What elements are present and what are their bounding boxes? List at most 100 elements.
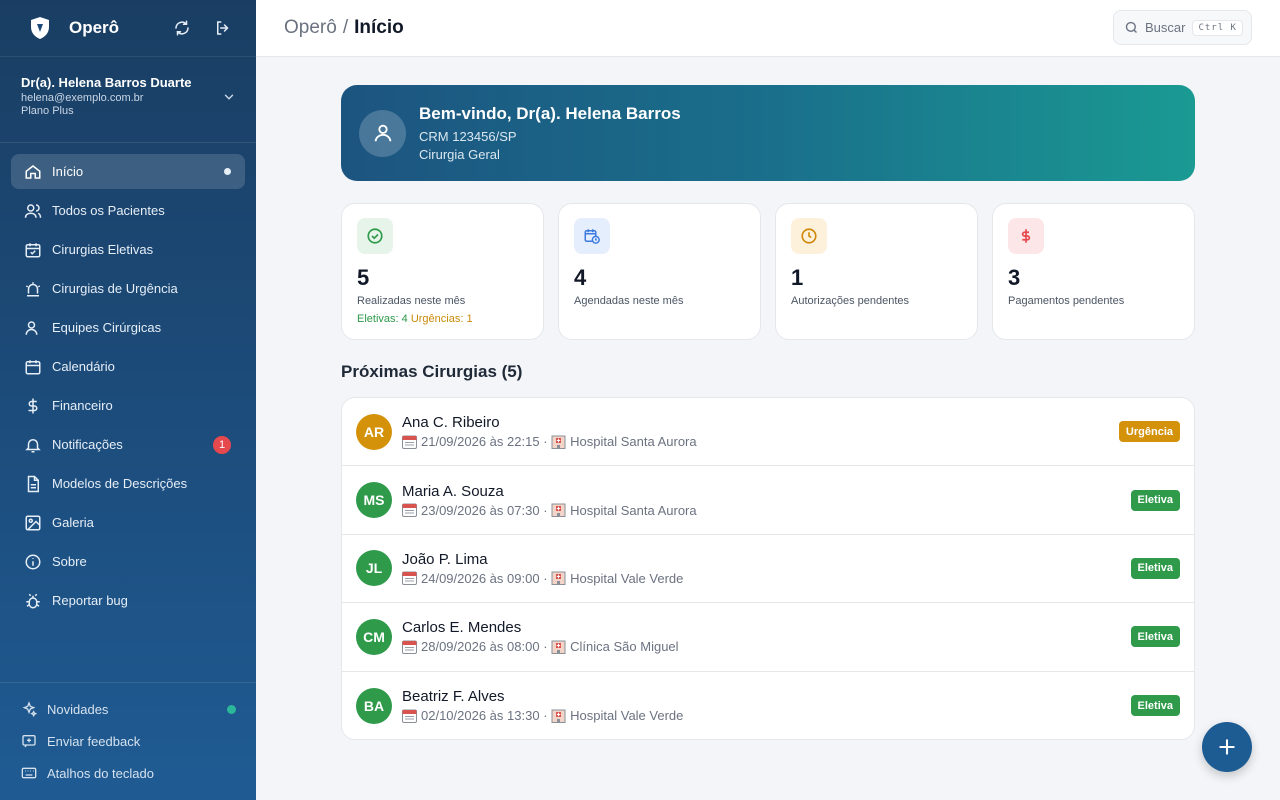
stat-label: Pagamentos pendentes: [1008, 295, 1125, 307]
sidebar-item-label: Financeiro: [52, 398, 113, 413]
sidebar-item-notificacoes[interactable]: Notificações 1: [11, 427, 245, 462]
welcome-title: Bem-vindo, Dr(a). Helena Barros: [419, 104, 681, 123]
calendar-clock-icon: [574, 218, 610, 254]
surgery-info: Ana C. Ribeiro 21/09/2026 às 22:15 · Hos…: [402, 414, 697, 449]
surgery-location: Clínica São Miguel: [570, 639, 679, 655]
surgery-datetime: 02/10/2026 às 13:30: [421, 708, 540, 724]
footer-item-label: Novidades: [47, 701, 109, 717]
stat-card-autorizacoes[interactable]: 1 Autorizações pendentes: [775, 203, 978, 340]
calendar-emoji-icon: [402, 709, 417, 723]
stat-value: 1: [791, 265, 804, 290]
surgery-meta: 23/09/2026 às 07:30 · Hospital Santa Aur…: [402, 503, 697, 518]
sidebar-item-inicio[interactable]: Início: [11, 154, 245, 189]
sidebar-item-label: Todos os Pacientes: [52, 203, 165, 218]
stat-card-pagamentos[interactable]: 3 Pagamentos pendentes: [992, 203, 1195, 340]
stat-label: Agendadas neste mês: [574, 295, 684, 307]
search-button[interactable]: Buscar Ctrl K: [1113, 10, 1252, 45]
team-icon: [24, 319, 42, 337]
hospital-emoji-icon: [551, 709, 566, 723]
stat-label: Autorizações pendentes: [791, 295, 910, 307]
welcome-text: Bem-vindo, Dr(a). Helena Barros CRM 1234…: [419, 104, 681, 162]
avatar: MS: [356, 482, 392, 519]
sidebar-item-modelos[interactable]: Modelos de Descrições: [11, 466, 245, 501]
meta-separator: ·: [543, 639, 548, 655]
shield-logo-icon[interactable]: [20, 8, 60, 48]
notification-badge: 1: [213, 435, 231, 454]
welcome-banner: Bem-vindo, Dr(a). Helena Barros CRM 1234…: [341, 85, 1195, 181]
profile-email: helena@exemplo.com.br: [21, 92, 144, 104]
bug-icon: [24, 592, 42, 610]
document-icon: [24, 475, 42, 493]
calendar-emoji-icon: [402, 503, 417, 518]
meta-separator: ·: [543, 502, 548, 518]
add-surgery-button[interactable]: [1202, 722, 1252, 772]
surgery-datetime: 21/09/2026 às 22:15: [421, 434, 540, 450]
hospital-emoji-icon: [551, 571, 566, 586]
surgery-location: Hospital Vale Verde: [570, 708, 684, 724]
sidebar-item-calendario[interactable]: Calendário: [11, 349, 245, 384]
sidebar-item-equipes[interactable]: Equipes Cirúrgicas: [11, 310, 245, 345]
stat-breakdown: Eletivas: 4 Urgências: 1: [357, 313, 528, 325]
stat-card-agendadas[interactable]: 4 Agendadas neste mês: [558, 203, 761, 340]
search-shortcut: Ctrl K: [1192, 19, 1243, 36]
surgery-row[interactable]: MS Maria A. Souza 23/09/2026 às 07:30 · …: [342, 466, 1194, 535]
patient-name: Maria A. Souza: [402, 482, 504, 500]
profile-card[interactable]: Dr(a). Helena Barros Duarte helena@exemp…: [0, 57, 256, 143]
surgery-location: Hospital Santa Aurora: [570, 434, 697, 450]
hospital-emoji-icon: [551, 435, 566, 449]
meta-separator: ·: [543, 570, 548, 586]
sidebar-item-galeria[interactable]: Galeria: [11, 505, 245, 540]
surgery-meta: 02/10/2026 às 13:30 · Hospital Vale Verd…: [402, 708, 683, 723]
sidebar-item-label: Cirurgias Eletivas: [52, 242, 154, 257]
sidebar-item-label: Calendário: [52, 359, 115, 374]
sidebar-item-pacientes[interactable]: Todos os Pacientes: [11, 193, 245, 228]
chevron-down-icon[interactable]: [222, 90, 236, 109]
hospital-emoji-icon: [551, 640, 566, 654]
surgery-location: Hospital Santa Aurora: [570, 502, 697, 518]
stat-label: Realizadas neste mês: [357, 295, 466, 307]
surgery-meta: 28/09/2026 às 08:00 · Clínica São Miguel: [402, 639, 679, 654]
breadcrumb-root[interactable]: Operô: [284, 17, 337, 39]
footer-item-novidades[interactable]: Novidades: [0, 693, 256, 725]
surgery-row[interactable]: CM Carlos E. Mendes 28/09/2026 às 08:00 …: [342, 603, 1194, 672]
avatar: CM: [356, 618, 392, 655]
check-circle-icon: [357, 218, 393, 254]
footer-item-atalhos[interactable]: Atalhos do teclado: [0, 757, 256, 789]
logout-button[interactable]: [210, 15, 236, 41]
surgery-location: Hospital Vale Verde: [570, 570, 684, 586]
meta-separator: ·: [543, 708, 548, 724]
calendar-emoji-icon: [402, 640, 417, 654]
surgery-meta: 21/09/2026 às 22:15 · Hospital Santa Aur…: [402, 434, 697, 449]
surgery-info: Maria A. Souza 23/09/2026 às 07:30 · Hos…: [402, 483, 697, 518]
gallery-icon: [24, 514, 42, 532]
surgery-row[interactable]: BA Beatriz F. Alves 02/10/2026 às 13:30 …: [342, 672, 1194, 739]
sidebar-item-label: Modelos de Descrições: [52, 476, 188, 491]
sidebar-item-sobre[interactable]: Sobre: [11, 544, 245, 579]
sync-button[interactable]: [169, 15, 195, 41]
surgery-datetime: 28/09/2026 às 08:00: [421, 639, 540, 655]
stat-value: 4: [574, 265, 587, 290]
stat-card-realizadas[interactable]: 5 Realizadas neste mês Eletivas: 4 Urgên…: [341, 203, 544, 340]
sidebar: Operô Dr(a). Helena Barros Duarte helena…: [0, 0, 256, 800]
avatar: JL: [356, 550, 392, 587]
footer-item-feedback[interactable]: Enviar feedback: [0, 725, 256, 757]
sidebar-item-label: Equipes Cirúrgicas: [52, 320, 162, 335]
sidebar-item-financeiro[interactable]: Financeiro: [11, 388, 245, 423]
breadcrumb-separator: /: [342, 17, 349, 38]
plus-icon: [1219, 739, 1235, 755]
surgery-info: Beatriz F. Alves 02/10/2026 às 13:30 · H…: [402, 688, 683, 723]
sidebar-item-reportar-bug[interactable]: Reportar bug: [11, 583, 245, 618]
surgery-row[interactable]: AR Ana C. Ribeiro 21/09/2026 às 22:15 · …: [342, 398, 1194, 467]
sidebar-item-eletivas[interactable]: Cirurgias Eletivas: [11, 232, 245, 267]
sidebar-item-urgencia[interactable]: Cirurgias de Urgência: [11, 271, 245, 306]
surgery-datetime: 24/09/2026 às 09:00: [421, 570, 540, 586]
info-icon: [24, 553, 42, 571]
welcome-specialty: Cirurgia Geral: [419, 147, 500, 162]
surgery-row[interactable]: JL João P. Lima 24/09/2026 às 09:00 · Ho…: [342, 535, 1194, 604]
status-badge: Eletiva: [1130, 695, 1180, 717]
topbar: Operô / Início Buscar Ctrl K: [256, 0, 1280, 57]
sidebar-header: Operô: [0, 0, 256, 57]
breadcrumb: Operô / Início: [284, 17, 404, 39]
calendar-icon: [24, 358, 42, 376]
status-badge: Eletiva: [1130, 626, 1180, 648]
